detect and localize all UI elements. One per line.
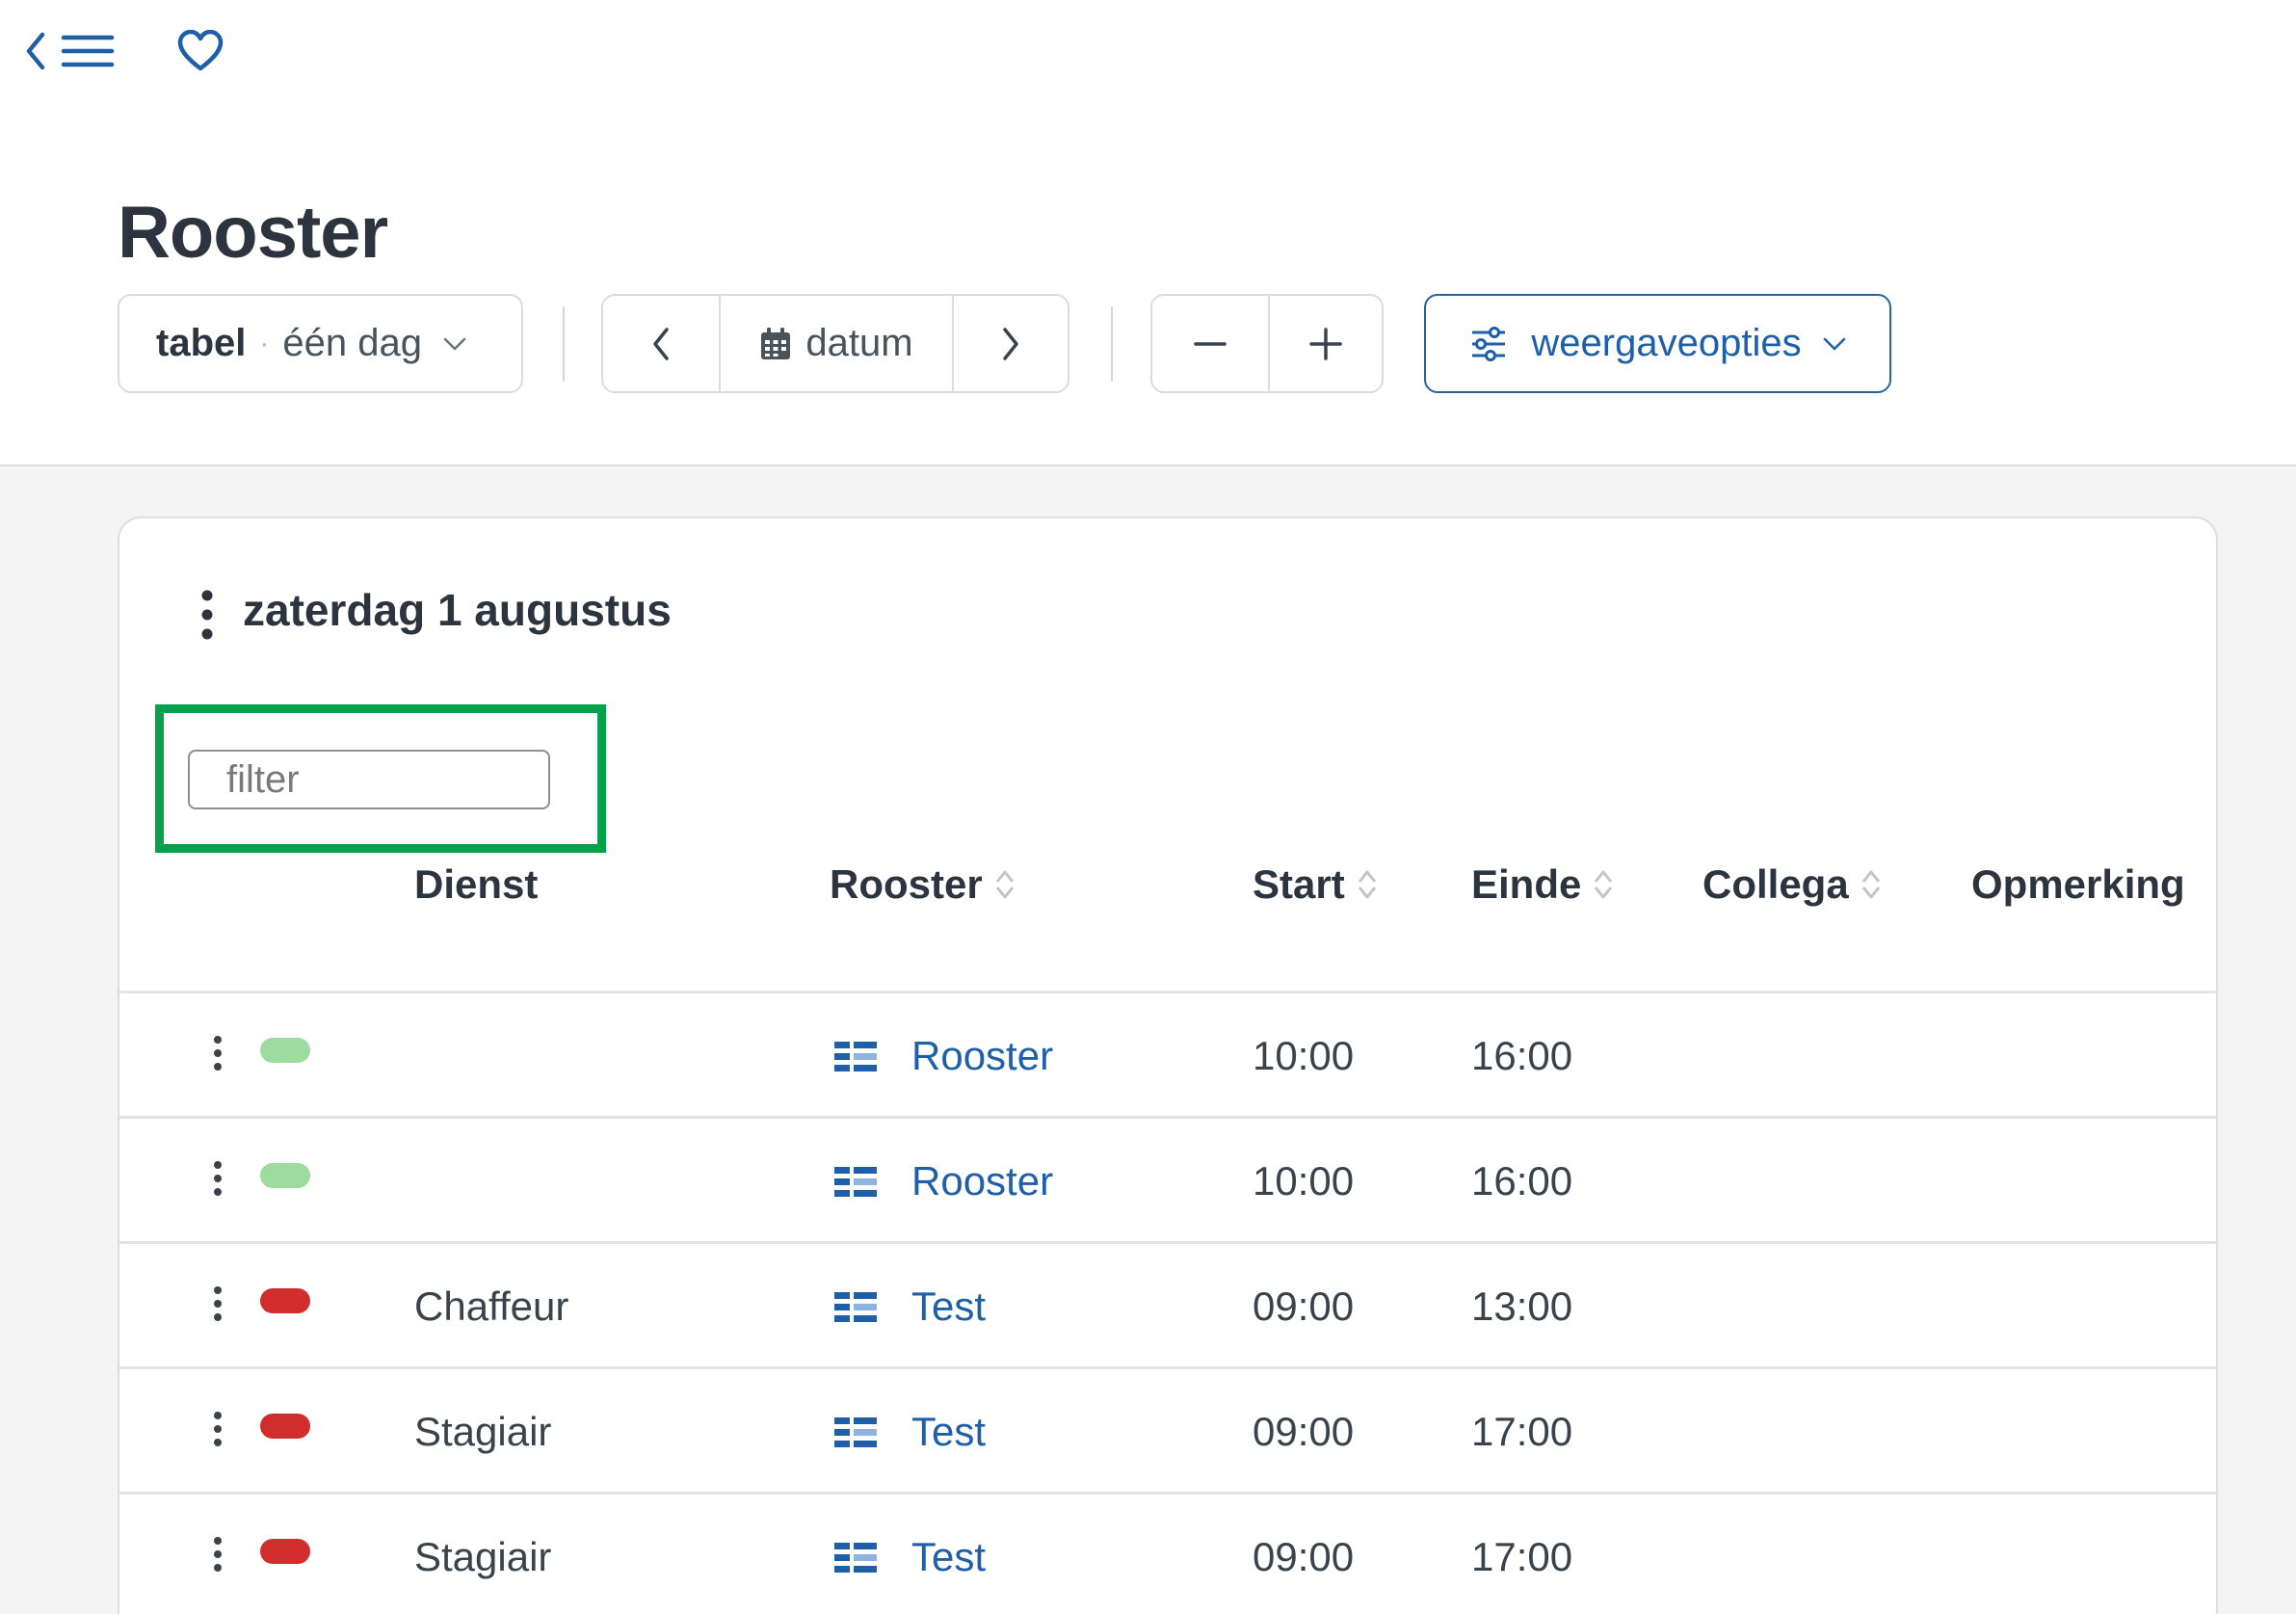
more-vertical-icon <box>214 1412 222 1446</box>
zoom-in-button[interactable] <box>1270 296 1382 391</box>
table-row: Rooster 10:00 16:00 <box>119 991 2216 1116</box>
toolbar-divider <box>1111 306 1113 382</box>
cell-einde: 16:00 <box>1471 1158 1573 1204</box>
cell-start: 09:00 <box>1253 1283 1355 1329</box>
row-menu-button[interactable] <box>206 1155 229 1202</box>
column-header-einde[interactable]: Einde <box>1471 856 1614 913</box>
sort-icon <box>995 870 1014 899</box>
status-pill <box>260 1038 310 1063</box>
cell-start: 10:00 <box>1253 1158 1355 1204</box>
table-row: Rooster 10:00 16:00 <box>119 1116 2216 1241</box>
cell-dienst: Chaffeur <box>414 1283 569 1329</box>
back-menu-button[interactable] <box>23 27 119 75</box>
chevron-down-icon <box>1823 337 1845 350</box>
rooster-table-icon <box>834 1167 877 1197</box>
column-label: Opmerking <box>1971 861 2185 907</box>
minus-icon <box>1194 341 1227 346</box>
cell-einde: 17:00 <box>1471 1534 1573 1579</box>
column-label: Einde <box>1471 861 1582 907</box>
row-menu-button[interactable] <box>206 1030 229 1076</box>
filter-input[interactable] <box>188 750 550 809</box>
chevron-left-icon <box>653 327 669 360</box>
cell-rooster-link[interactable]: Test <box>911 1283 986 1331</box>
more-vertical-icon <box>214 1161 222 1196</box>
cell-rooster-link[interactable]: Test <box>911 1533 986 1581</box>
date-picker-button[interactable]: datum <box>721 296 954 391</box>
sliders-icon <box>1472 326 1506 361</box>
status-pill <box>260 1414 310 1439</box>
cell-start: 09:00 <box>1253 1409 1355 1454</box>
cell-rooster-link[interactable]: Rooster <box>911 1157 1053 1205</box>
cell-rooster-link[interactable]: Test <box>911 1408 986 1456</box>
view-mode-dropdown[interactable]: tabel · één dag <box>118 294 523 393</box>
status-pill <box>260 1288 310 1313</box>
cell-start: 09:00 <box>1253 1534 1355 1579</box>
date-navigator: datum <box>601 294 1069 393</box>
sort-icon <box>1595 870 1613 899</box>
column-label: Dienst <box>414 861 539 907</box>
view-range-label: één dag <box>282 322 422 364</box>
back-menu-icon <box>26 32 115 70</box>
view-separator: · <box>259 327 270 359</box>
date-label: datum <box>805 322 913 364</box>
column-header-collega[interactable]: Collega <box>1702 856 1882 913</box>
more-vertical-icon <box>214 1537 222 1572</box>
page-header: Rooster tabel · één dag datum weergaveop… <box>0 0 2296 466</box>
calendar-icon <box>761 327 791 359</box>
day-card: zaterdag 1 augustus Dienst Rooster Start… <box>118 516 2218 1614</box>
more-vertical-icon <box>214 1286 222 1321</box>
heart-icon <box>177 30 224 71</box>
column-label: Collega <box>1702 861 1849 907</box>
rooster-table-icon <box>834 1292 877 1322</box>
cell-dienst: Stagiair <box>414 1409 552 1454</box>
column-header-rooster[interactable]: Rooster <box>830 856 1016 913</box>
more-vertical-icon <box>201 590 213 640</box>
row-menu-button[interactable] <box>206 1281 229 1327</box>
chevron-right-icon <box>1003 327 1018 360</box>
more-vertical-icon <box>214 1036 222 1071</box>
chevron-down-icon <box>443 337 466 350</box>
display-options-button[interactable]: weergaveopties <box>1424 294 1891 393</box>
schedule-table-body: Rooster 10:00 16:00 Rooster 10:00 16:00 <box>119 991 2216 1614</box>
favorite-button[interactable] <box>173 27 227 75</box>
page-title: Rooster <box>118 192 388 274</box>
zoom-out-button[interactable] <box>1152 296 1270 391</box>
table-row: Stagiair Test 09:00 17:00 <box>119 1366 2216 1492</box>
rooster-table-icon <box>834 1417 877 1447</box>
zoom-controls <box>1150 294 1384 393</box>
previous-day-button[interactable] <box>603 296 721 391</box>
sort-icon <box>1358 870 1376 899</box>
cell-start: 10:00 <box>1253 1033 1355 1078</box>
rooster-table-icon <box>834 1543 877 1573</box>
row-menu-button[interactable] <box>206 1406 229 1452</box>
cell-einde: 16:00 <box>1471 1033 1573 1078</box>
cell-einde: 13:00 <box>1471 1283 1573 1329</box>
status-pill <box>260 1163 310 1188</box>
column-header-opmerking: Opmerking <box>1971 856 2185 913</box>
cell-rooster-link[interactable]: Rooster <box>911 1032 1053 1080</box>
toolbar-divider <box>563 306 565 382</box>
table-row: Stagiair Test 09:00 17:00 <box>119 1492 2216 1614</box>
plus-icon <box>1309 327 1342 360</box>
column-header-start[interactable]: Start <box>1253 856 1378 913</box>
column-label: Rooster <box>830 861 983 907</box>
view-mode-label: tabel <box>156 322 247 364</box>
cell-dienst: Stagiair <box>414 1534 552 1579</box>
cell-einde: 17:00 <box>1471 1409 1573 1454</box>
sort-icon <box>1861 870 1880 899</box>
column-label: Start <box>1253 861 1345 907</box>
column-header-dienst: Dienst <box>414 856 538 913</box>
day-title: zaterdag 1 augustus <box>243 585 672 635</box>
rooster-table-icon <box>834 1042 877 1072</box>
day-menu-button[interactable] <box>191 586 224 644</box>
display-options-label: weergaveopties <box>1531 322 1802 364</box>
status-pill <box>260 1539 310 1564</box>
next-day-button[interactable] <box>954 296 1068 391</box>
table-row: Chaffeur Test 09:00 13:00 <box>119 1241 2216 1366</box>
row-menu-button[interactable] <box>206 1531 229 1577</box>
